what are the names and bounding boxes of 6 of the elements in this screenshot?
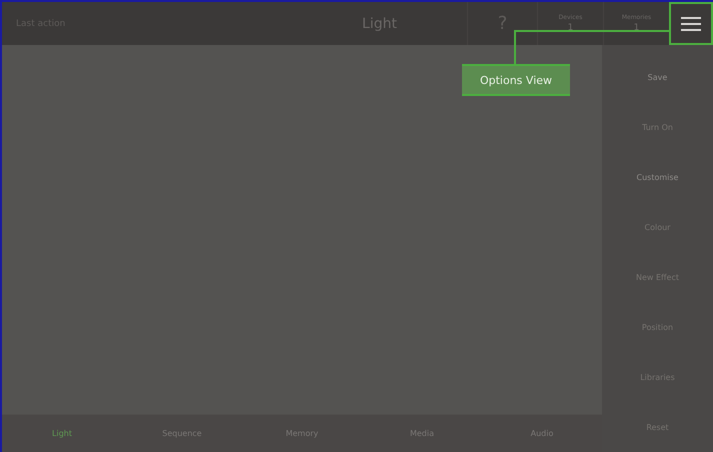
bottom-tab[interactable]: Light: [2, 415, 122, 452]
callout-label: Options View: [462, 64, 570, 96]
side-action-button[interactable]: Customise: [602, 152, 713, 203]
side-action-button[interactable]: Save: [602, 53, 713, 103]
menu-button[interactable]: [669, 2, 713, 45]
menu-icon: [681, 16, 701, 30]
